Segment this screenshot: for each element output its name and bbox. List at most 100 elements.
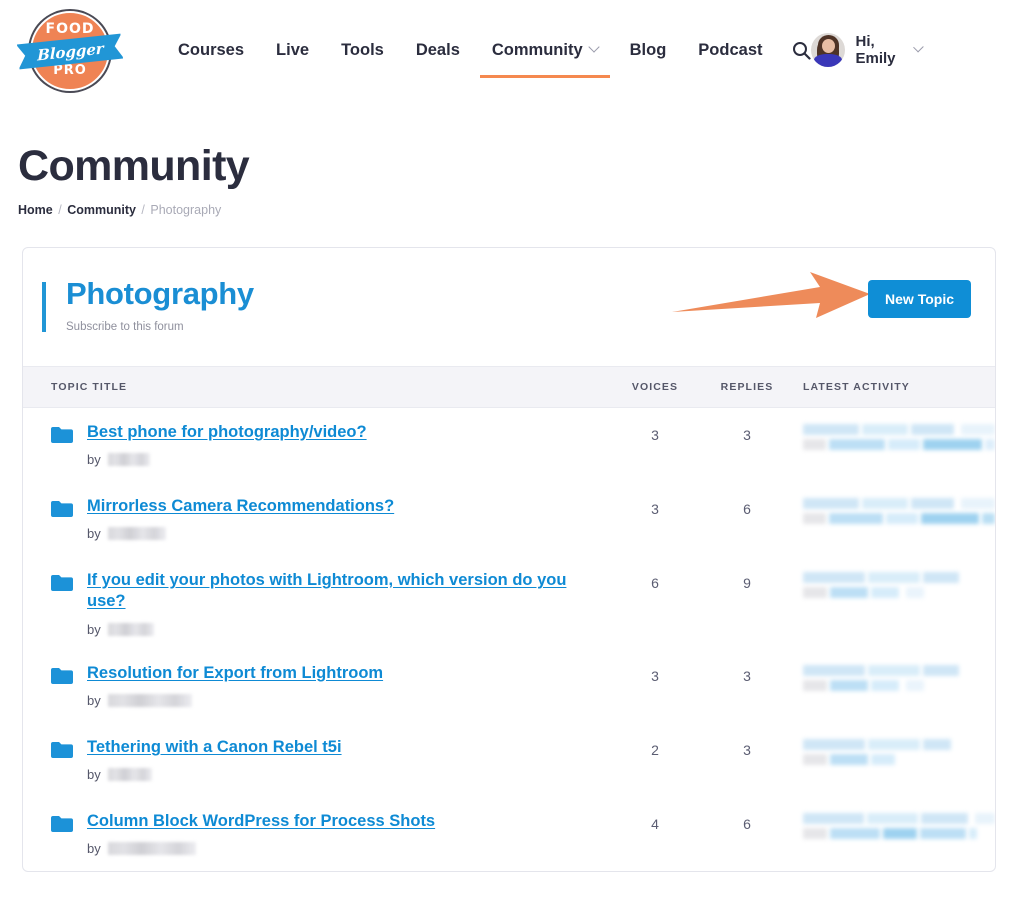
voices-count: 2 [651,741,659,758]
page-header: Community Home / Community / Photography [0,100,1024,217]
folder-icon [51,667,73,684]
topic-title-link[interactable]: If you edit your photos with Lightroom, … [87,570,581,613]
author-name-redacted [107,527,166,541]
topic-author: by [87,693,383,708]
column-header-voices: VOICES [631,381,679,393]
topic-cell: Tethering with a Canon Rebel t5i by [23,737,609,782]
author-name-redacted [107,694,192,708]
author-name-redacted [107,622,154,636]
forum-title: Photography [66,276,254,311]
replies-count: 3 [743,741,751,758]
topic-author: by [87,767,342,782]
column-header-topic-title: TOPIC TITLE [51,381,128,393]
table-row: Column Block WordPress for Process Shots… [23,797,995,871]
by-label: by [87,452,101,468]
nav-label-tools: Tools [341,40,384,59]
logo-script-text: Blogger [36,38,104,65]
table-row: Best phone for photography/video? by 3 3 [23,408,995,482]
topic-title-link[interactable]: Best phone for photography/video? [87,422,367,443]
user-greeting: Hi, Emily [855,33,896,67]
topic-title-link[interactable]: Tethering with a Canon Rebel t5i [87,737,342,758]
nav-item-tools[interactable]: Tools [325,0,400,100]
latest-activity-redacted [793,811,995,843]
folder-icon [51,500,73,522]
search-icon[interactable] [792,41,812,60]
author-name-redacted [107,842,196,856]
chevron-down-icon [587,41,600,53]
folder-icon [51,427,73,443]
nav-label-blog: Blog [629,40,667,59]
latest-activity-redacted [793,496,995,528]
nav-label-courses: Courses [178,40,245,59]
column-header-replies: REPLIES [720,381,774,393]
replies-count: 3 [743,427,751,443]
breadcrumb-separator: / [58,203,62,217]
column-header-latest-activity: LATEST ACTIVITY [803,381,910,393]
topic-cell: Best phone for photography/video? by [23,422,609,467]
topic-author: by [87,841,435,856]
by-label: by [87,693,101,709]
forum-heading-block: Photography Subscribe to this forum [66,276,254,333]
nav-label-podcast: Podcast [698,40,763,59]
topic-title-link[interactable]: Resolution for Export from Lightroom [87,663,383,684]
topic-cell: Resolution for Export from Lightroom by [23,663,609,708]
folder-icon [51,426,73,448]
replies-count: 6 [743,501,751,517]
folder-icon [51,574,73,596]
voices-count: 6 [651,575,659,591]
by-label: by [87,841,101,857]
breadcrumb-current: Photography [150,203,222,217]
nav-item-deals[interactable]: Deals [400,0,476,100]
table-row: Tethering with a Canon Rebel t5i by 2 3 [23,723,995,797]
replies-count: 6 [743,815,751,832]
site-header: FOOD PRO Blogger Courses Live Tools Deal… [0,0,1024,100]
nav-item-courses[interactable]: Courses [162,0,260,100]
nav-item-podcast[interactable]: Podcast [682,0,778,100]
chevron-down-icon [913,41,924,53]
breadcrumb-home[interactable]: Home [18,203,53,217]
topic-list: Best phone for photography/video? by 3 3 Mir… [23,408,995,871]
topic-cell: If you edit your photos with Lightroom, … [23,570,609,637]
avatar-body [814,54,843,67]
author-name-redacted [107,768,152,782]
nav-label-live: Live [276,40,310,59]
table-row: If you edit your photos with Lightroom, … [23,556,995,649]
site-logo[interactable]: FOOD PRO Blogger [16,7,124,93]
subscribe-link[interactable]: Subscribe to this forum [66,321,254,333]
nav-label-deals: Deals [415,40,460,59]
nav-item-blog[interactable]: Blog [614,0,683,100]
logo-top-text: FOOD [45,21,95,37]
topic-author: by [87,622,581,637]
avatar [811,33,846,67]
annotation-arrow [672,272,870,318]
author-name-redacted [107,453,150,467]
voices-count: 3 [651,501,659,517]
latest-activity-redacted [793,663,995,695]
table-row: Resolution for Export from Lightroom by 3 3 [23,649,995,723]
latest-activity-redacted [793,570,995,602]
new-topic-button[interactable]: New Topic [868,280,971,318]
topic-author: by [87,526,394,541]
topic-cell: Column Block WordPress for Process Shots… [23,811,609,856]
folder-icon [51,575,73,591]
nav-item-live[interactable]: Live [260,0,325,100]
forum-card: Photography Subscribe to this forum New … [22,247,996,872]
user-menu[interactable]: Hi, Emily [811,33,1002,67]
page-title: Community [18,142,250,190]
topic-title-link[interactable]: Column Block WordPress for Process Shots [87,811,435,832]
folder-icon [51,501,73,517]
replies-count: 9 [743,575,751,591]
folder-icon [51,741,73,763]
latest-activity-redacted [793,422,995,454]
breadcrumb: Home / Community / Photography [18,203,1024,217]
voices-count: 3 [651,427,659,443]
breadcrumb-separator: / [141,203,145,217]
breadcrumb-community[interactable]: Community [67,203,136,217]
forum-header: Photography Subscribe to this forum New … [23,248,995,366]
nav-item-community[interactable]: Community [476,0,614,100]
folder-icon [51,667,73,689]
table-row: Mirrorless Camera Recommendations? by 3 6 [23,482,995,556]
topic-cell: Mirrorless Camera Recommendations? by [23,496,609,541]
topic-title-link[interactable]: Mirrorless Camera Recommendations? [87,496,394,517]
voices-count: 3 [651,667,659,684]
